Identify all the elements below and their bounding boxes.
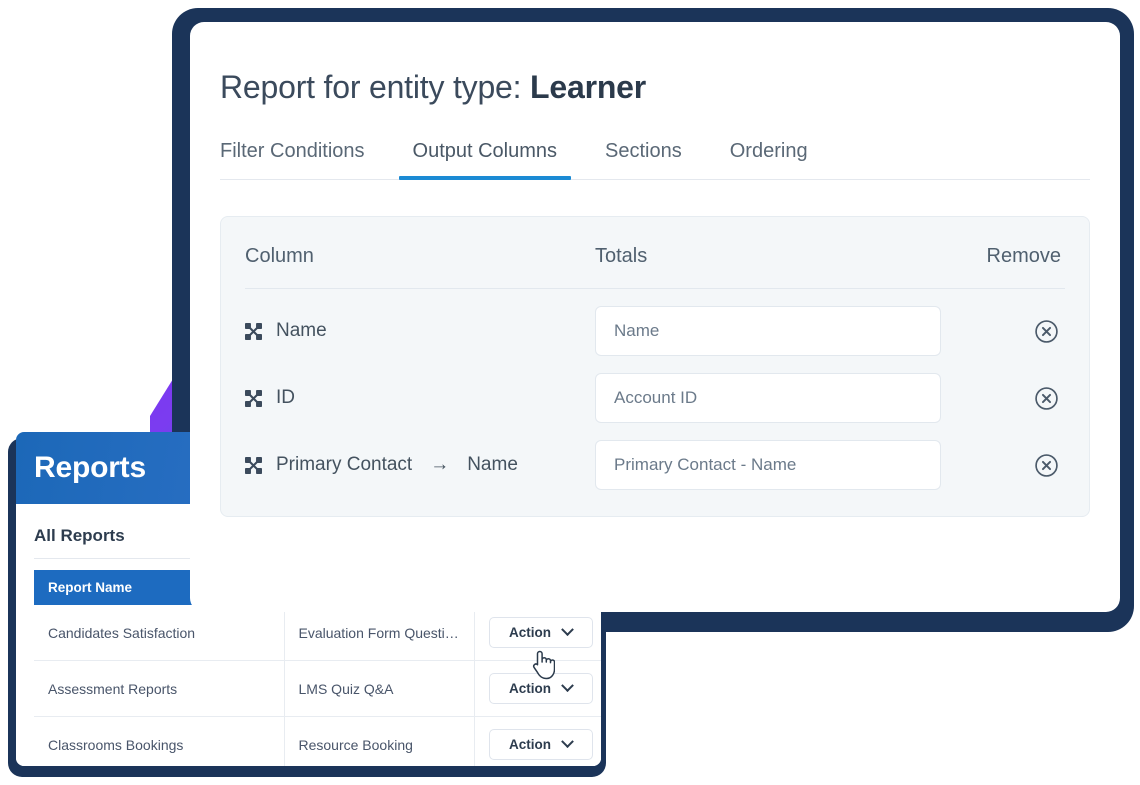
totals-input-account-id[interactable] <box>595 373 941 423</box>
move-arrows-icon[interactable] <box>245 323 262 340</box>
cell-action: Action <box>474 661 601 717</box>
move-arrows-icon[interactable] <box>245 390 262 407</box>
cell-action: Action <box>474 605 601 661</box>
page-title: Report for entity type: Learner <box>220 68 1090 106</box>
output-column-row: Primary Contact → Name <box>245 423 1065 490</box>
column-label-text-part2: Name <box>467 454 518 476</box>
screenshot-root: Report for entity type: Learner Filter C… <box>0 0 1140 785</box>
chevron-down-icon <box>561 679 574 692</box>
reports-title: Reports <box>34 453 146 483</box>
cell-entity: Evaluation Form Question <box>284 605 474 661</box>
totals-cell <box>595 306 955 356</box>
cell-action: Action <box>474 717 601 767</box>
chevron-down-icon <box>561 735 574 748</box>
tab-ordering[interactable]: Ordering <box>706 140 832 179</box>
action-button-label: Action <box>509 681 551 696</box>
cell-report-name: Assessment Reports <box>34 661 284 717</box>
totals-input-primary-contact-name[interactable] <box>595 440 941 490</box>
action-dropdown-button[interactable]: Action <box>489 729 593 760</box>
remove-cell <box>955 319 1065 344</box>
relation-arrow-icon: → <box>430 454 449 476</box>
tab-output-columns[interactable]: Output Columns <box>389 140 582 179</box>
move-arrows-icon[interactable] <box>245 457 262 474</box>
remove-row-button[interactable] <box>1034 386 1059 411</box>
header-column: Column <box>245 245 595 268</box>
column-label-text: Name <box>276 320 327 342</box>
tab-sections[interactable]: Sections <box>581 140 706 179</box>
report-builder-card: Report for entity type: Learner Filter C… <box>190 22 1120 612</box>
output-column-row: Name <box>245 289 1065 356</box>
cell-entity: LMS Quiz Q&A <box>284 661 474 717</box>
tab-filter-conditions[interactable]: Filter Conditions <box>220 140 389 179</box>
column-label-cell: ID <box>245 387 595 409</box>
action-button-label: Action <box>509 625 551 640</box>
action-dropdown-button[interactable]: Action <box>489 673 593 704</box>
action-dropdown-button[interactable]: Action <box>489 617 593 648</box>
column-label-text: ID <box>276 387 295 409</box>
remove-row-button[interactable] <box>1034 453 1059 478</box>
tab-bar: Filter Conditions Output Columns Section… <box>220 140 1090 180</box>
remove-row-button[interactable] <box>1034 319 1059 344</box>
header-remove: Remove <box>955 245 1065 268</box>
cell-report-name: Candidates Satisfaction <box>34 605 284 661</box>
page-title-entity: Learner <box>530 69 646 105</box>
chevron-down-icon <box>561 623 574 636</box>
header-totals: Totals <box>595 245 955 268</box>
totals-cell <box>595 373 955 423</box>
page-title-prefix: Report for entity type: <box>220 69 521 105</box>
output-column-row: ID <box>245 356 1065 423</box>
remove-cell <box>955 386 1065 411</box>
table-row[interactable]: Classrooms Bookings Resource Booking Act… <box>34 717 601 767</box>
column-label-cell: Name <box>245 320 595 342</box>
output-columns-header-row: Column Totals Remove <box>245 245 1065 289</box>
output-columns-panel: Column Totals Remove <box>220 216 1090 517</box>
cell-report-name: Classrooms Bookings <box>34 717 284 767</box>
remove-cell <box>955 453 1065 478</box>
column-label-cell: Primary Contact → Name <box>245 454 595 476</box>
action-button-label: Action <box>509 737 551 752</box>
table-row[interactable]: Candidates Satisfaction Evaluation Form … <box>34 605 601 661</box>
column-label-text-part1: Primary Contact <box>276 454 412 476</box>
cell-entity: Resource Booking <box>284 717 474 767</box>
table-row[interactable]: Assessment Reports LMS Quiz Q&A Action <box>34 661 601 717</box>
totals-input-name[interactable] <box>595 306 941 356</box>
totals-cell <box>595 440 955 490</box>
